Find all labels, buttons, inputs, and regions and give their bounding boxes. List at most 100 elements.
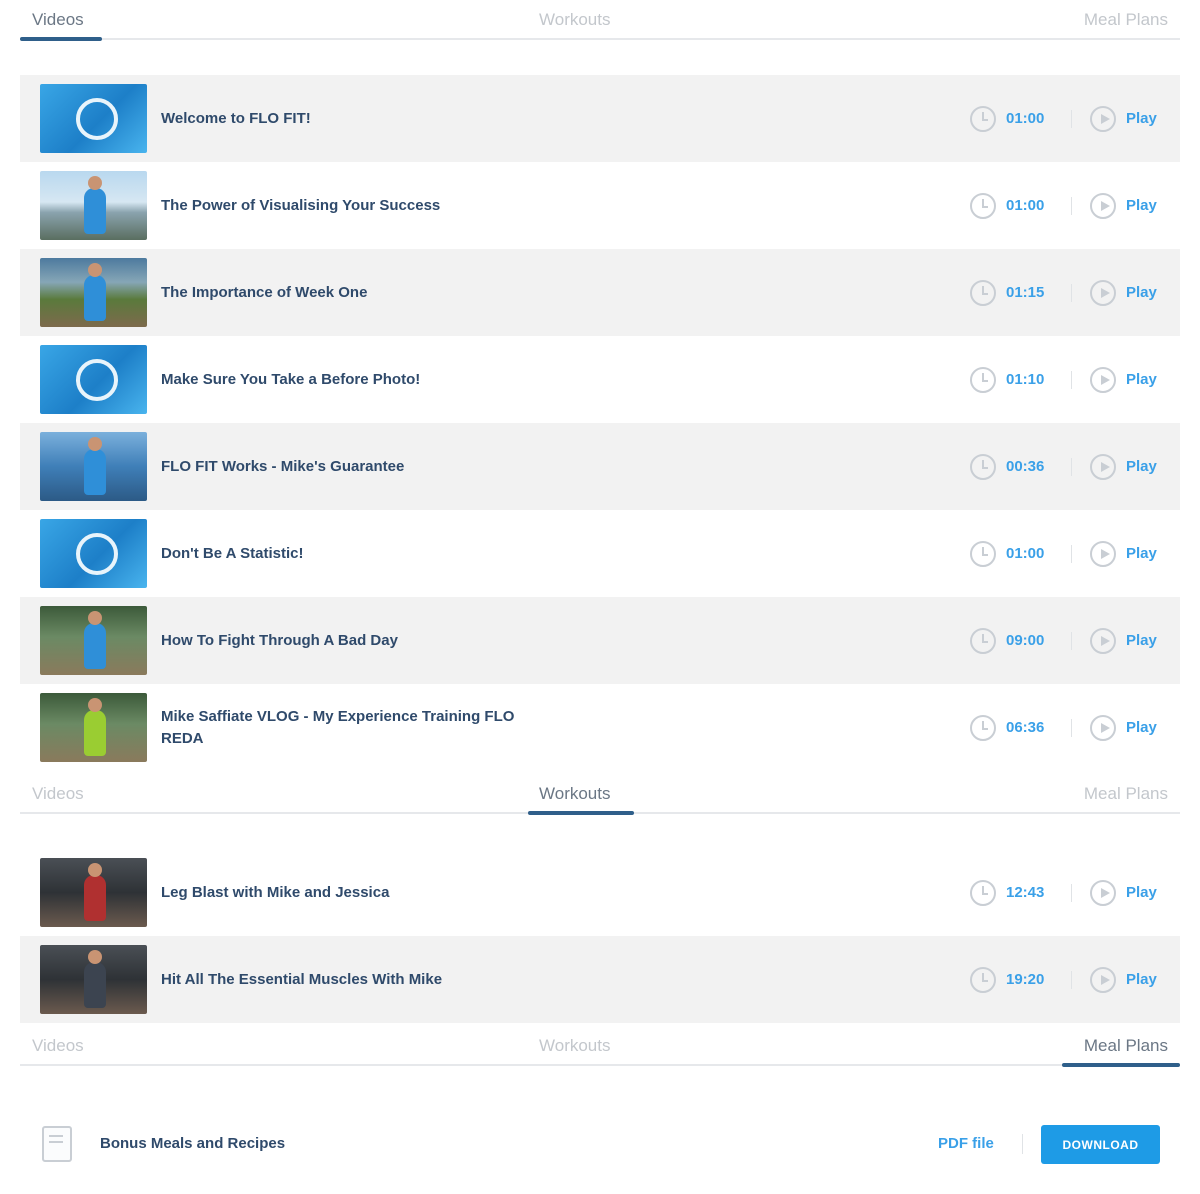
video-thumbnail[interactable] [40,345,147,414]
divider [1071,631,1072,650]
video-thumbnail[interactable] [40,432,147,501]
video-row[interactable]: FLO FIT Works - Mike's Guarantee 00:36 P… [20,423,1180,510]
play-label: Play [1126,545,1157,562]
divider [1071,370,1072,389]
play-icon [1090,453,1116,480]
duration-text: 06:36 [1006,719,1045,736]
duration: 19:20 [970,966,1045,993]
play-icon [1090,966,1116,993]
workout-thumbnail[interactable] [40,858,147,927]
video-title[interactable]: Make Sure You Take a Before Photo! [161,369,521,391]
play-button[interactable]: Play [1090,453,1157,480]
duration: 12:43 [970,879,1045,906]
duration-text: 19:20 [1006,971,1045,988]
play-label: Play [1126,371,1157,388]
play-button[interactable]: Play [1090,192,1157,219]
play-icon [1090,192,1116,219]
play-icon [1090,540,1116,567]
tab-workouts[interactable]: Workouts [539,784,611,804]
video-title[interactable]: How To Fight Through A Bad Day [161,630,521,652]
tab-meal-plans[interactable]: Meal Plans [1084,784,1168,804]
duration-text: 01:10 [1006,371,1045,388]
duration-text: 12:43 [1006,884,1045,901]
video-row[interactable]: Don't Be A Statistic! 01:00 Play [20,510,1180,597]
divider [1071,544,1072,563]
tab-workouts[interactable]: Workouts [539,1036,611,1056]
clock-icon [970,714,996,741]
tab-meal-plans[interactable]: Meal Plans [1084,10,1168,30]
workout-title[interactable]: Leg Blast with Mike and Jessica [161,882,521,904]
play-label: Play [1126,458,1157,475]
pdf-file-link[interactable]: PDF file [938,1135,994,1152]
clock-icon [970,453,996,480]
clock-icon [970,192,996,219]
duration: 01:00 [970,105,1044,132]
video-title[interactable]: The Power of Visualising Your Success [161,195,521,217]
tab-bar-videos-section: Videos Workouts Meal Plans [20,0,1180,41]
tab-videos[interactable]: Videos [32,784,84,804]
video-thumbnail[interactable] [40,693,147,762]
play-button[interactable]: Play [1090,714,1157,741]
video-row[interactable]: The Importance of Week One 01:15 Play [20,249,1180,336]
tab-meal-plans[interactable]: Meal Plans [1084,1036,1168,1056]
workout-row[interactable]: Hit All The Essential Muscles With Mike … [20,936,1180,1023]
video-list: Welcome to FLO FIT! 01:00 Play The Power… [20,75,1180,771]
divider [1071,883,1072,902]
download-button[interactable]: DOWNLOAD [1041,1125,1160,1164]
play-button[interactable]: Play [1090,540,1157,567]
divider [1071,109,1072,128]
play-label: Play [1126,719,1157,736]
play-label: Play [1126,971,1157,988]
video-title[interactable]: Mike Saffiate VLOG - My Experience Train… [161,706,521,750]
play-icon [1090,366,1116,393]
workout-thumbnail[interactable] [40,945,147,1014]
meal-plan-row: Bonus Meals and Recipes PDF file DOWNLOA… [20,1102,1180,1186]
video-title[interactable]: The Importance of Week One [161,282,521,304]
play-label: Play [1126,284,1157,301]
clock-icon [970,627,996,654]
clock-icon [970,279,996,306]
tab-videos[interactable]: Videos [32,10,84,30]
tab-bar-workouts-section: Videos Workouts Meal Plans [20,774,1180,815]
clock-icon [970,366,996,393]
workout-row[interactable]: Leg Blast with Mike and Jessica 12:43 Pl… [20,849,1180,936]
meal-plan-title: Bonus Meals and Recipes [100,1135,286,1152]
video-title[interactable]: Don't Be A Statistic! [161,543,521,565]
workout-title[interactable]: Hit All The Essential Muscles With Mike [161,969,521,991]
play-button[interactable]: Play [1090,366,1157,393]
play-icon [1090,879,1116,906]
video-row[interactable]: Make Sure You Take a Before Photo! 01:10… [20,336,1180,423]
play-label: Play [1126,197,1157,214]
duration-text: 09:00 [1006,632,1045,649]
play-button[interactable]: Play [1090,279,1157,306]
tab-workouts[interactable]: Workouts [539,10,611,30]
video-row[interactable]: How To Fight Through A Bad Day 09:00 Pla… [20,597,1180,684]
active-tab-indicator [1062,1063,1180,1067]
video-thumbnail[interactable] [40,84,147,153]
play-button[interactable]: Play [1090,105,1157,132]
play-icon [1090,105,1116,132]
video-thumbnail[interactable] [40,171,147,240]
duration: 00:36 [970,453,1045,480]
divider [1071,283,1072,302]
video-title[interactable]: FLO FIT Works - Mike's Guarantee [161,456,521,478]
duration-text: 01:00 [1006,197,1045,214]
play-button[interactable]: Play [1090,966,1157,993]
workout-list: Leg Blast with Mike and Jessica 12:43 Pl… [20,849,1180,1023]
video-row[interactable]: Welcome to FLO FIT! 01:00 Play [20,75,1180,162]
play-icon [1090,714,1116,741]
video-thumbnail[interactable] [40,606,147,675]
video-thumbnail[interactable] [40,258,147,327]
video-row[interactable]: The Power of Visualising Your Success 01… [20,162,1180,249]
video-row[interactable]: Mike Saffiate VLOG - My Experience Train… [20,684,1180,771]
video-title[interactable]: Welcome to FLO FIT! [161,108,521,130]
play-button[interactable]: Play [1090,879,1157,906]
duration-text: 00:36 [1006,458,1045,475]
video-thumbnail[interactable] [40,519,147,588]
tab-videos[interactable]: Videos [32,1036,84,1056]
active-tab-indicator [20,37,102,41]
play-button[interactable]: Play [1090,627,1157,654]
active-tab-indicator [528,811,634,815]
play-label: Play [1126,632,1157,649]
play-icon [1090,627,1116,654]
